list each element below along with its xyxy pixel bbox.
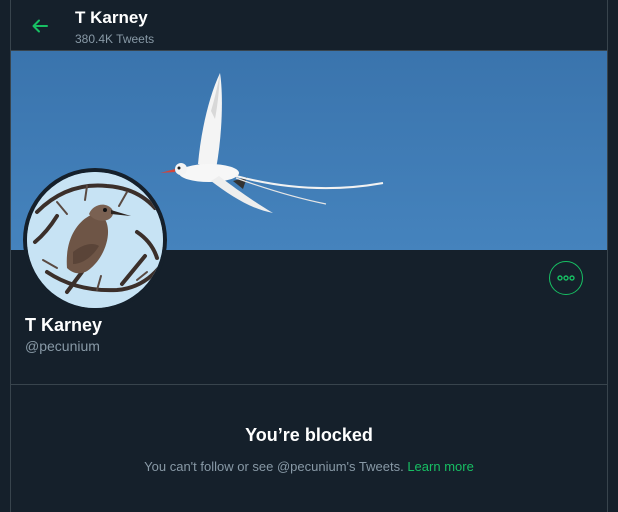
profile-name: T Karney [25,315,103,335]
arrow-left-icon [32,19,48,33]
learn-more-link[interactable]: Learn more [407,459,473,474]
blocked-message-row: You can't follow or see @pecunium's Twee… [11,459,607,474]
blocked-title: You’re blocked [245,425,373,445]
more-options-icon [557,275,575,281]
blocked-message: You can't follow or see @pecunium's Twee… [144,459,404,474]
divider [11,384,607,385]
back-button[interactable] [29,15,51,37]
more-options-button[interactable] [549,261,583,295]
profile-avatar[interactable] [23,168,167,312]
profile-handle: @pecunium [25,338,100,354]
avatar-image [27,172,163,308]
profile-column: T Karney 380.4K Tweets T Karney @pecuniu… [10,0,608,512]
profile-header: T Karney 380.4K Tweets [11,0,607,51]
header-profile-name: T Karney [75,8,148,27]
header-tweet-count: 380.4K Tweets [75,32,155,46]
